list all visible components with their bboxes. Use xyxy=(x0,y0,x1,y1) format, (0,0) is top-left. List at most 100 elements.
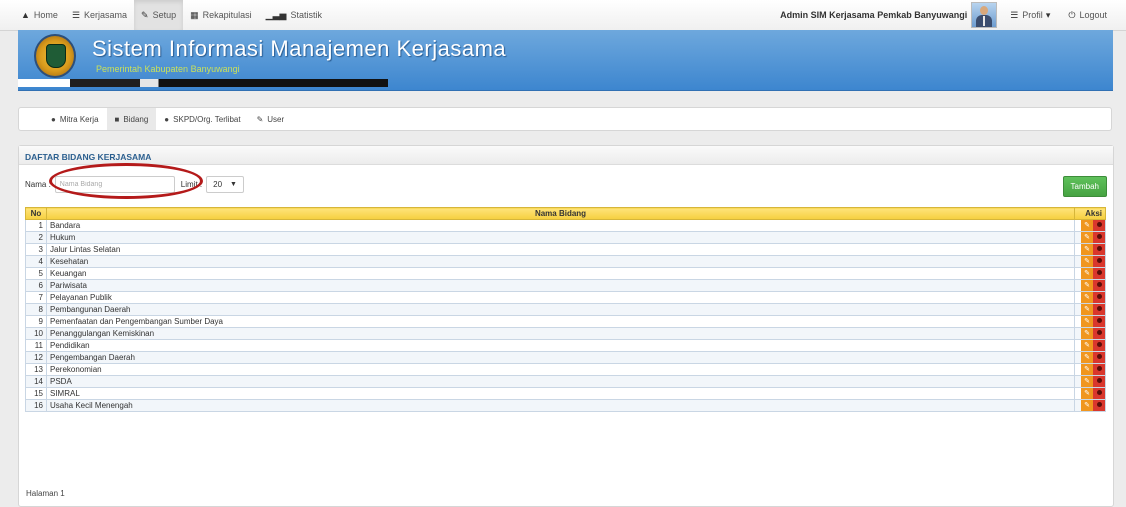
edit-icon[interactable]: ✎ xyxy=(1081,316,1093,327)
row-actions: ✎ xyxy=(1074,267,1106,280)
limit-label: Limit : xyxy=(180,180,203,189)
table-row: 15 SIMRAL ✎ xyxy=(25,387,1106,400)
row-number: 10 xyxy=(25,327,47,340)
row-number: 1 xyxy=(25,219,47,232)
user-nav: Admin SIM Kerjasama Pemkab Banyuwangi ☰ … xyxy=(780,0,1114,30)
edit-icon[interactable]: ✎ xyxy=(1081,340,1093,351)
table-row: 8 Pembangunan Daerah ✎ xyxy=(25,303,1106,316)
delete-icon[interactable] xyxy=(1093,316,1105,327)
logout-label: Logout xyxy=(1079,10,1107,20)
edit-icon[interactable]: ✎ xyxy=(1081,400,1093,411)
nav-home-label: Home xyxy=(33,10,58,20)
delete-icon[interactable] xyxy=(1093,220,1105,231)
subnav-skpd-label: SKPD/Org. Terlibat xyxy=(173,114,241,124)
edit-icon[interactable]: ✎ xyxy=(1081,268,1093,279)
delete-icon[interactable] xyxy=(1093,292,1105,303)
admin-name: Admin SIM Kerjasama Pemkab Banyuwangi xyxy=(780,10,968,20)
edit-icon[interactable]: ✎ xyxy=(1081,328,1093,339)
list-icon: ☰ xyxy=(1010,9,1019,20)
header-nama-bidang: Nama Bidang xyxy=(46,207,1075,220)
row-nama-bidang: SIMRAL xyxy=(46,387,1075,400)
nav-rekapitulasi-label: Rekapitulasi xyxy=(202,10,252,20)
row-number: 5 xyxy=(25,267,47,280)
subnav-skpd[interactable]: ● SKPD/Org. Terlibat xyxy=(156,108,248,130)
delete-icon[interactable] xyxy=(1093,388,1105,399)
delete-icon[interactable] xyxy=(1093,340,1105,351)
row-number: 8 xyxy=(25,303,47,316)
nav-statistik-label: Statistik xyxy=(290,10,322,20)
delete-icon[interactable] xyxy=(1093,400,1105,411)
table-row: 9 Pemenfaatan dan Pengembangan Sumber Day… xyxy=(25,315,1106,328)
user-icon: ● xyxy=(164,114,170,124)
delete-icon[interactable] xyxy=(1093,256,1105,267)
subnav-mitra-kerja[interactable]: ● Mitra Kerja xyxy=(43,108,107,130)
bidang-panel: DAFTAR BIDANG KERJASAMA Nama : Limit : 2… xyxy=(18,145,1114,507)
nav-kerjasama[interactable]: ☰ Kerjasama xyxy=(65,0,134,30)
nav-rekapitulasi[interactable]: ▦ Rekapitulasi xyxy=(183,0,259,30)
row-actions: ✎ xyxy=(1074,231,1106,244)
row-number: 4 xyxy=(25,255,47,268)
table-header-row: No Nama Bidang Aksi xyxy=(25,207,1106,220)
logout-button[interactable]: ⏻ Logout xyxy=(1061,0,1114,30)
row-nama-bidang: Jalur Lintas Selatan xyxy=(46,243,1075,256)
row-nama-bidang: Usaha Kecil Menengah xyxy=(46,399,1075,412)
limit-select[interactable]: 20 ▼ xyxy=(206,176,244,193)
edit-icon[interactable]: ✎ xyxy=(1081,256,1093,267)
delete-icon[interactable] xyxy=(1093,364,1105,375)
limit-value: 20 xyxy=(213,180,223,189)
nav-setup[interactable]: ✎ Setup xyxy=(134,0,184,30)
edit-icon[interactable]: ✎ xyxy=(1081,364,1093,375)
table-row: 6 Pariwisata ✎ xyxy=(25,279,1106,292)
row-number: 2 xyxy=(25,231,47,244)
banner-subtitle: Pemerintah Kabupaten Banyuwangi xyxy=(96,64,240,74)
edit-icon[interactable]: ✎ xyxy=(1081,244,1093,255)
subnav-bidang[interactable]: ■ Bidang xyxy=(106,108,157,130)
row-actions: ✎ xyxy=(1074,327,1106,340)
delete-icon[interactable] xyxy=(1093,352,1105,363)
delete-icon[interactable] xyxy=(1093,376,1105,387)
edit-icon[interactable]: ✎ xyxy=(1081,292,1093,303)
bar-chart-icon: ▁▃▅ xyxy=(265,9,287,20)
subnav-bidang-label: Bidang xyxy=(123,114,149,124)
subnav-user[interactable]: ✎ User xyxy=(249,108,293,130)
table-row: 13 Perekonomian ✎ xyxy=(25,363,1106,376)
row-actions: ✎ xyxy=(1074,303,1106,316)
table-row: 2 Hukum ✎ xyxy=(25,231,1106,244)
edit-icon[interactable]: ✎ xyxy=(1081,232,1093,243)
edit-icon[interactable]: ✎ xyxy=(1081,376,1093,387)
row-actions: ✎ xyxy=(1074,315,1106,328)
home-icon: ▲ xyxy=(21,10,30,20)
caret-down-icon: ▼ xyxy=(230,181,237,188)
delete-icon[interactable] xyxy=(1093,232,1105,243)
delete-icon[interactable] xyxy=(1093,304,1105,315)
nama-label: Nama : xyxy=(25,180,51,189)
row-nama-bidang: Penanggulangan Kemiskinan xyxy=(46,327,1075,340)
table-row: 11 Pendidikan ✎ xyxy=(25,339,1106,352)
nav-statistik[interactable]: ▁▃▅ Statistik xyxy=(259,0,329,30)
row-actions: ✎ xyxy=(1074,219,1106,232)
edit-icon[interactable]: ✎ xyxy=(1081,280,1093,291)
edit-icon[interactable]: ✎ xyxy=(1081,220,1093,231)
table-row: 3 Jalur Lintas Selatan ✎ xyxy=(25,243,1106,256)
delete-icon[interactable] xyxy=(1093,244,1105,255)
row-nama-bidang: Pariwisata xyxy=(46,279,1075,292)
row-actions: ✎ xyxy=(1074,291,1106,304)
row-number: 13 xyxy=(25,363,47,376)
nama-bidang-search-input[interactable] xyxy=(54,176,175,193)
delete-icon[interactable] xyxy=(1093,268,1105,279)
delete-icon[interactable] xyxy=(1093,328,1105,339)
subnav-user-label: User xyxy=(267,114,285,124)
row-actions: ✎ xyxy=(1074,339,1106,352)
row-nama-bidang: Pemenfaatan dan Pengembangan Sumber Daya xyxy=(46,315,1075,328)
edit-icon[interactable]: ✎ xyxy=(1081,304,1093,315)
banner-title: Sistem Informasi Manajemen Kerjasama xyxy=(92,36,507,61)
profil-dropdown[interactable]: ☰ Profil ▾ xyxy=(1003,0,1061,30)
wrench-icon: ✎ xyxy=(141,9,149,20)
delete-icon[interactable] xyxy=(1093,280,1105,291)
edit-icon[interactable]: ✎ xyxy=(1081,388,1093,399)
tambah-button[interactable]: Tambah xyxy=(1062,176,1107,197)
edit-icon[interactable]: ✎ xyxy=(1081,352,1093,363)
nav-home[interactable]: ▲ Home xyxy=(14,0,65,30)
row-actions: ✎ xyxy=(1074,363,1106,376)
table-row: 5 Keuangan ✎ xyxy=(25,267,1106,280)
